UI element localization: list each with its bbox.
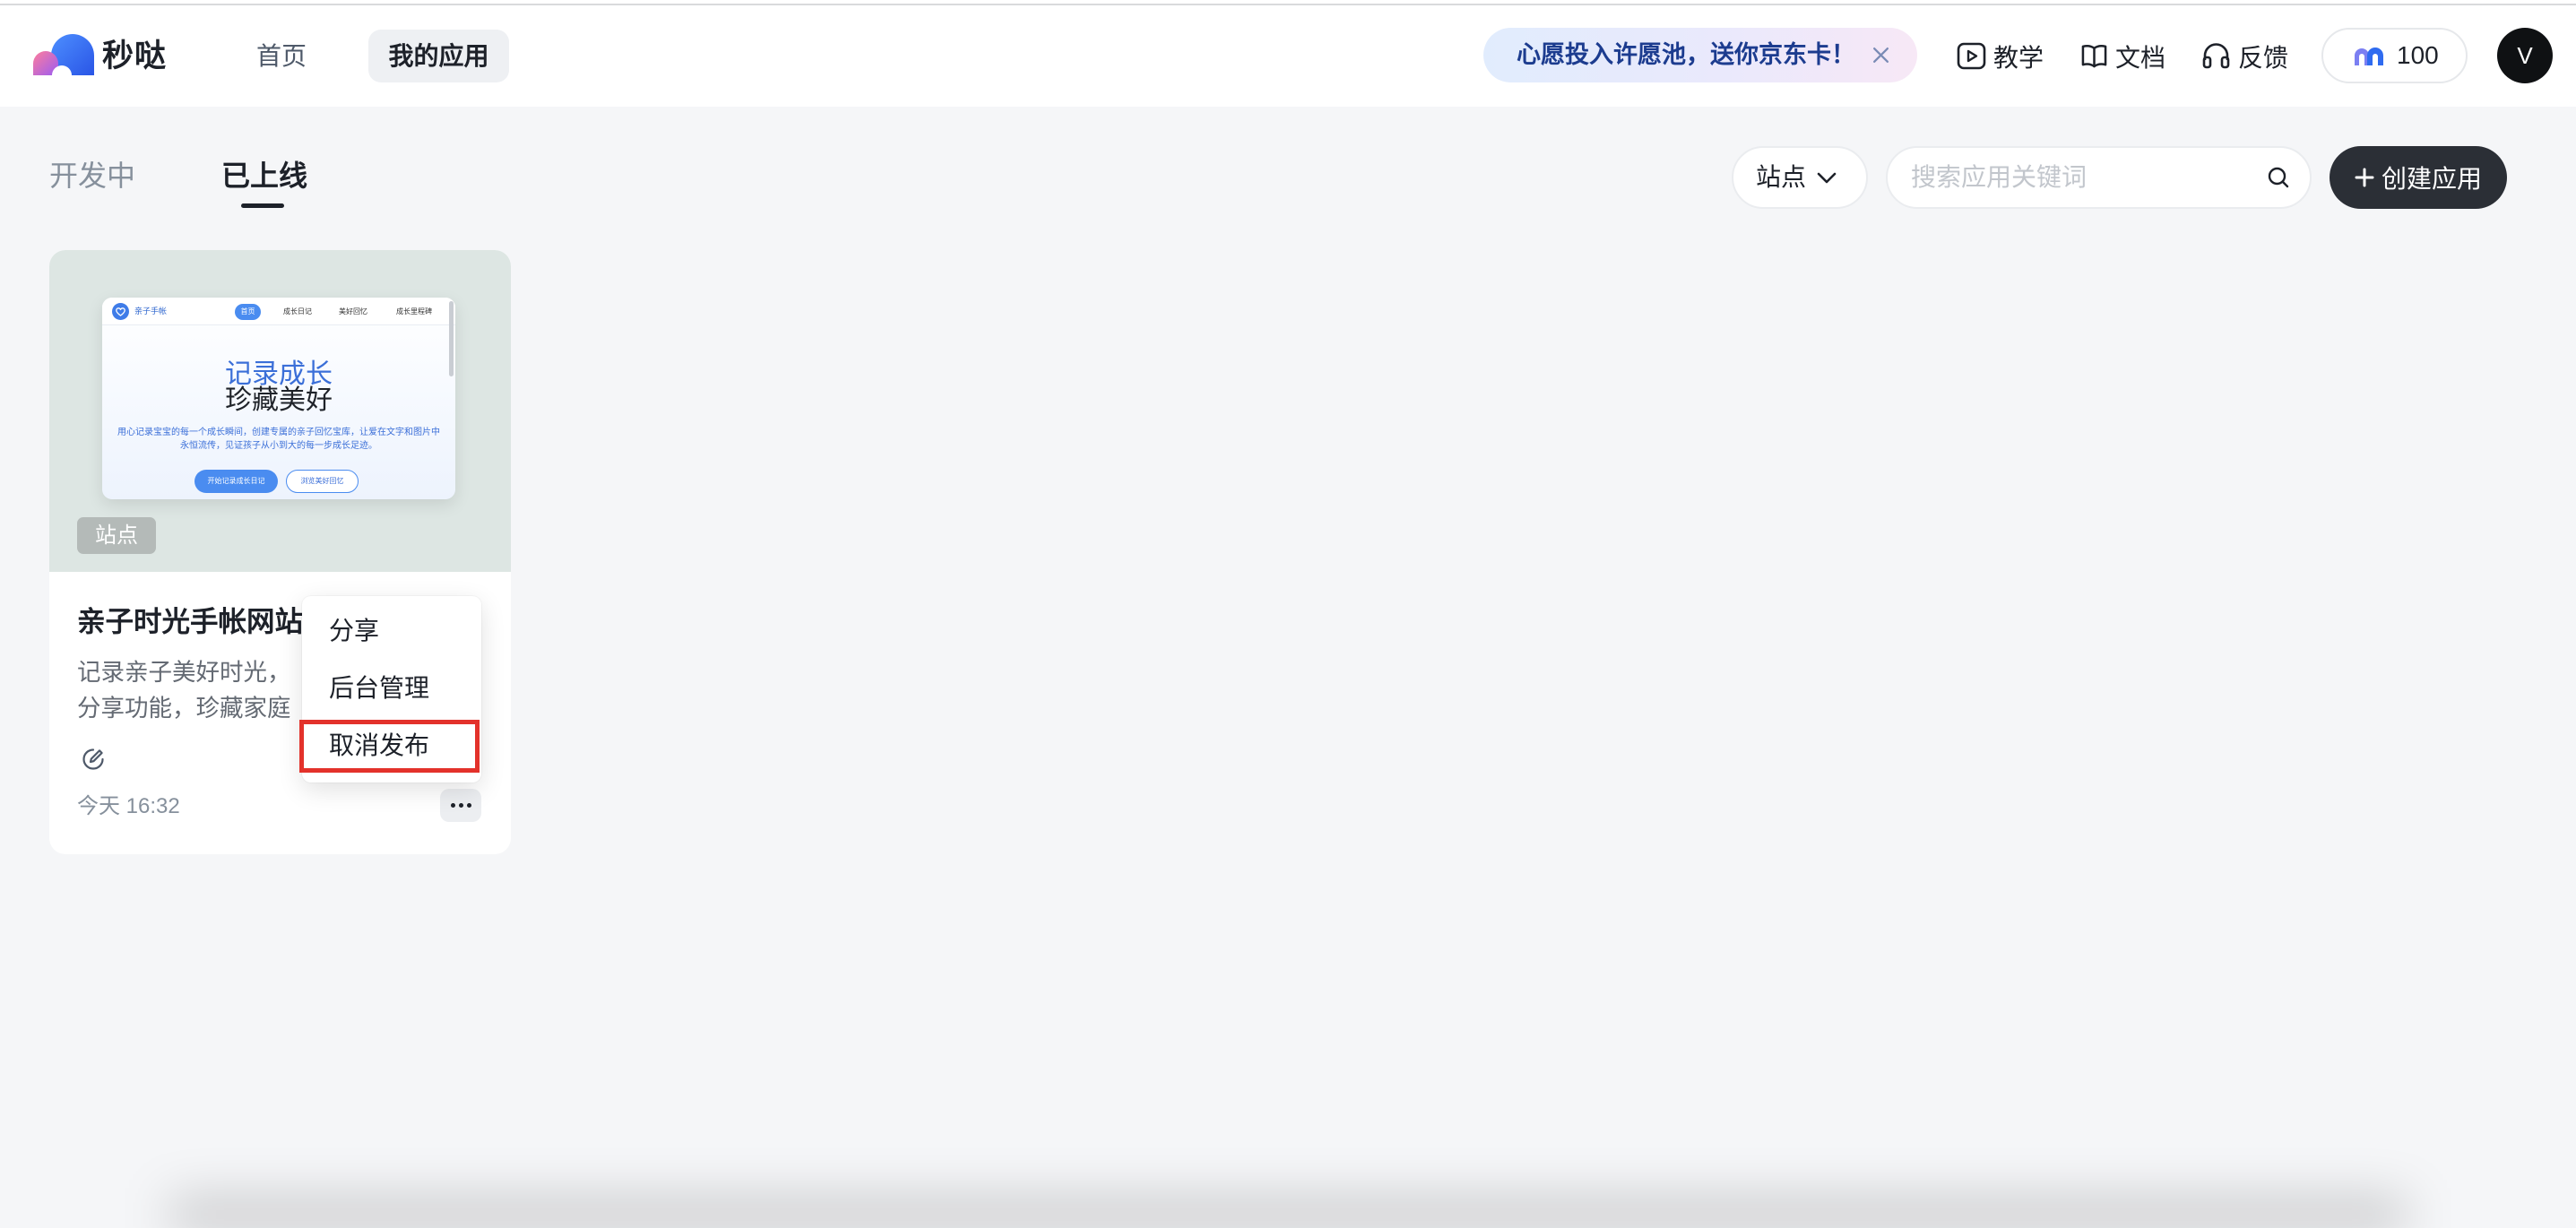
header-link-label: 反馈 (2238, 43, 2289, 72)
edit-icon[interactable] (82, 748, 105, 771)
app-description: 记录亲子美好时光， (77, 659, 291, 686)
search-icon[interactable] (2267, 166, 2290, 189)
preview-nav-memories: 美好回忆 (339, 307, 367, 316)
heart-icon (112, 303, 129, 320)
tab-in-development[interactable]: 开发中 (49, 156, 135, 195)
more-dots-icon[interactable] (440, 789, 481, 822)
preview-secondary-button: 浏览美好回忆 (286, 470, 359, 493)
miaoda-logo-icon[interactable] (33, 34, 94, 85)
promo-banner[interactable]: 心愿投入许愿池，送你京东卡！ (1483, 28, 1917, 82)
dot (458, 803, 463, 808)
menu-item-admin[interactable]: 后台管理 (302, 660, 481, 717)
create-app-label: 创建应用 (2381, 165, 2482, 193)
preview-headline: 珍藏美好 (225, 385, 333, 415)
credits-balance[interactable]: 100 (2321, 28, 2468, 83)
app-type-filter-value: 站点 (1756, 163, 1807, 191)
dot (466, 803, 471, 808)
active-tab-indicator (241, 203, 284, 208)
bottom-shadow (170, 1201, 2406, 1228)
dot (450, 803, 455, 808)
close-icon[interactable] (1871, 46, 1890, 65)
preview-brand: 亲子手帐 (134, 307, 168, 316)
user-avatar[interactable]: V (2497, 28, 2553, 83)
credits-icon (2353, 45, 2385, 66)
book-icon (2080, 43, 2108, 69)
play-icon (1957, 42, 1986, 70)
preview-nav-milestones: 成长里程碑 (396, 307, 432, 316)
header-link-feedback[interactable]: 反馈 (2201, 30, 2288, 82)
app-card-cover[interactable]: 亲子手帐 首页 成长日记 美好回忆 成长里程碑 记录成长 珍藏美好 用心记录宝宝… (49, 250, 511, 572)
app-preview-thumbnail: 亲子手帐 首页 成长日记 美好回忆 成长里程碑 记录成长 珍藏美好 用心记录宝宝… (102, 298, 455, 499)
search-input[interactable] (1911, 148, 2252, 207)
preview-primary-button: 开始记录成长日记 (194, 470, 278, 493)
menu-item-share[interactable]: 分享 (302, 602, 481, 660)
app-type-filter[interactable]: 站点 (1732, 146, 1868, 209)
preview-subtitle: 永恒流传，见证孩子从小到大的每一步成长足迹。 (180, 441, 377, 451)
window-top-border (0, 4, 2576, 5)
header-link-label: 文档 (2115, 43, 2166, 72)
search-box (1886, 146, 2312, 209)
preview-subtitle: 用心记录宝宝的每一个成长瞬间，创建专属的亲子回忆宝库，让爱在文字和图片中 (117, 428, 440, 437)
app-updated-time: 今天 16:32 (77, 794, 180, 818)
header-link-label: 教学 (1993, 43, 2044, 72)
preview-nav-diary: 成长日记 (283, 307, 312, 316)
app-title[interactable]: 亲子时光手帐网站 (77, 601, 303, 641)
chevron-down-icon (1817, 172, 1837, 185)
tab-published[interactable]: 已上线 (221, 156, 307, 195)
headset-icon (2201, 42, 2231, 70)
app-description: 分享功能，珍藏家庭 (77, 695, 291, 722)
nav-my-apps[interactable]: 我的应用 (368, 30, 509, 82)
nav-home[interactable]: 首页 (237, 30, 326, 82)
create-app-button[interactable]: 创建应用 (2330, 146, 2507, 209)
preview-nav-home: 首页 (235, 304, 261, 320)
promo-banner-text: 心愿投入许愿池，送你京东卡！ (1517, 41, 1855, 68)
menu-item-unpublish[interactable]: 取消发布 (302, 717, 481, 774)
header-link-tutorial[interactable]: 教学 (1957, 30, 2044, 82)
credits-value: 100 (2397, 41, 2439, 69)
preview-navbar: 亲子手帐 首页 成长日记 美好回忆 成长里程碑 (102, 298, 455, 325)
app-type-badge: 站点 (77, 517, 156, 554)
plus-icon (2355, 168, 2374, 187)
header-link-docs[interactable]: 文档 (2080, 30, 2165, 82)
top-header: 秒哒 首页 我的应用 心愿投入许愿池，送你京东卡！ 教学 文档 反馈 100 V (0, 0, 2576, 107)
app-name[interactable]: 秒哒 (102, 36, 167, 77)
app-context-menu: 分享 后台管理 取消发布 (302, 596, 481, 783)
